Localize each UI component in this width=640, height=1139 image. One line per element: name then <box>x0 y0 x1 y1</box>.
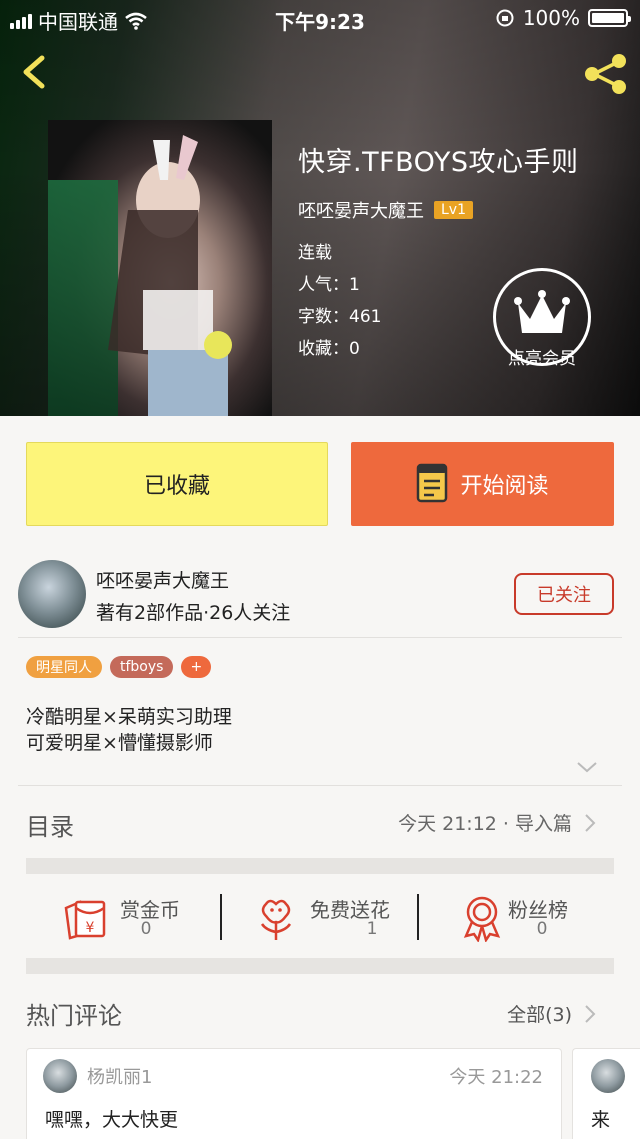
add-tag-button[interactable]: + <box>181 656 212 678</box>
author-card[interactable]: 呸呸晏声大魔王 著有2部作品·26人关注 已关注 <box>0 556 640 638</box>
author-stats: 著有2部作品·26人关注 <box>96 602 291 624</box>
flower-icon <box>260 899 292 940</box>
book-description: 冷酷明星×呆萌实习助理 可爱明星×懵懂摄影师 <box>26 706 232 754</box>
commenter-avatar[interactable] <box>591 1059 625 1093</box>
comment-card[interactable]: 杨凯丽1 今天 21:22 嘿嘿，大大快更 <box>26 1048 562 1139</box>
divider <box>220 894 222 940</box>
support-actions: ¥ 赏金币 0 免费送花 1 粉丝榜 0 <box>26 876 614 958</box>
status-bar: 中国联通 下午9:23 100% <box>0 0 640 36</box>
divider <box>18 785 622 786</box>
favorited-button[interactable]: 已收藏 <box>26 442 328 526</box>
toc-label: 目录 <box>26 813 74 841</box>
start-reading-label: 开始阅读 <box>460 474 549 499</box>
tag-item[interactable]: tfboys <box>110 656 174 678</box>
commenter-name[interactable]: 杨凯丽1 <box>87 1063 152 1089</box>
hot-comments-header: 热门评论 全部(3) <box>0 980 640 1040</box>
author-name[interactable]: 呸呸晏声大魔王 <box>96 566 229 593</box>
all-comments-link[interactable]: 全部(3) <box>507 1000 572 1027</box>
follow-button-label: 已关注 <box>537 585 591 606</box>
book-status: 连载 <box>298 243 332 263</box>
tag-item[interactable]: 明星同人 <box>26 656 102 678</box>
expand-chevron-icon[interactable] <box>576 760 598 774</box>
comment-time: 今天 21:22 <box>449 1067 543 1088</box>
action-count: 0 <box>140 919 152 939</box>
table-of-contents-row[interactable]: 目录 今天 21:12 · 导入篇 <box>0 787 640 859</box>
level-badge: Lv1 <box>434 201 473 219</box>
favorited-button-label: 已收藏 <box>143 474 210 499</box>
send-flowers-action[interactable]: 免费送花 1 <box>252 876 422 958</box>
svg-text:¥: ¥ <box>86 920 95 936</box>
author-avatar[interactable] <box>18 560 86 628</box>
hot-comments-label: 热门评论 <box>26 1002 122 1030</box>
chevron-right-icon[interactable] <box>584 1004 596 1024</box>
start-reading-button[interactable]: 开始阅读 <box>351 442 614 526</box>
chevron-right-icon <box>585 814 596 832</box>
divider <box>417 894 419 940</box>
tag-list: 明星同人 tfboys + <box>26 656 212 678</box>
battery-icon <box>588 9 631 27</box>
toc-latest-update: 今天 21:12 · 导入篇 <box>398 813 572 835</box>
red-envelope-icon: ¥ <box>64 900 106 940</box>
rotation-lock-icon <box>496 9 514 27</box>
action-count: 0 <box>536 919 548 939</box>
book-icon <box>417 463 448 503</box>
comment-text: 来 <box>591 1109 611 1131</box>
vip-badge[interactable]: 点亮会员 <box>492 268 592 369</box>
book-cover-image <box>48 120 272 416</box>
crown-icon <box>514 290 570 333</box>
follow-button[interactable]: 已关注 <box>514 573 614 615</box>
action-count: 1 <box>366 919 378 939</box>
back-arrow-icon[interactable] <box>14 50 54 94</box>
book-author[interactable]: 呸呸晏声大魔王 <box>298 197 424 223</box>
award-ribbon-icon <box>463 896 501 942</box>
section-spacer <box>26 858 614 874</box>
divider <box>18 637 622 638</box>
comment-text: 嘿嘿，大大快更 <box>45 1109 179 1131</box>
comment-card[interactable]: 来 <box>572 1048 640 1139</box>
share-icon[interactable] <box>582 52 630 96</box>
battery-percent: 100% <box>522 6 580 30</box>
book-title: 快穿.TFBOYS攻心手则 <box>298 147 579 178</box>
fan-ranking-action[interactable]: 粉丝榜 0 <box>458 876 608 958</box>
commenter-avatar[interactable] <box>43 1059 77 1093</box>
section-spacer <box>26 958 614 974</box>
reward-coins-action[interactable]: ¥ 赏金币 0 <box>62 876 222 958</box>
vip-label: 点亮会员 <box>508 349 576 369</box>
